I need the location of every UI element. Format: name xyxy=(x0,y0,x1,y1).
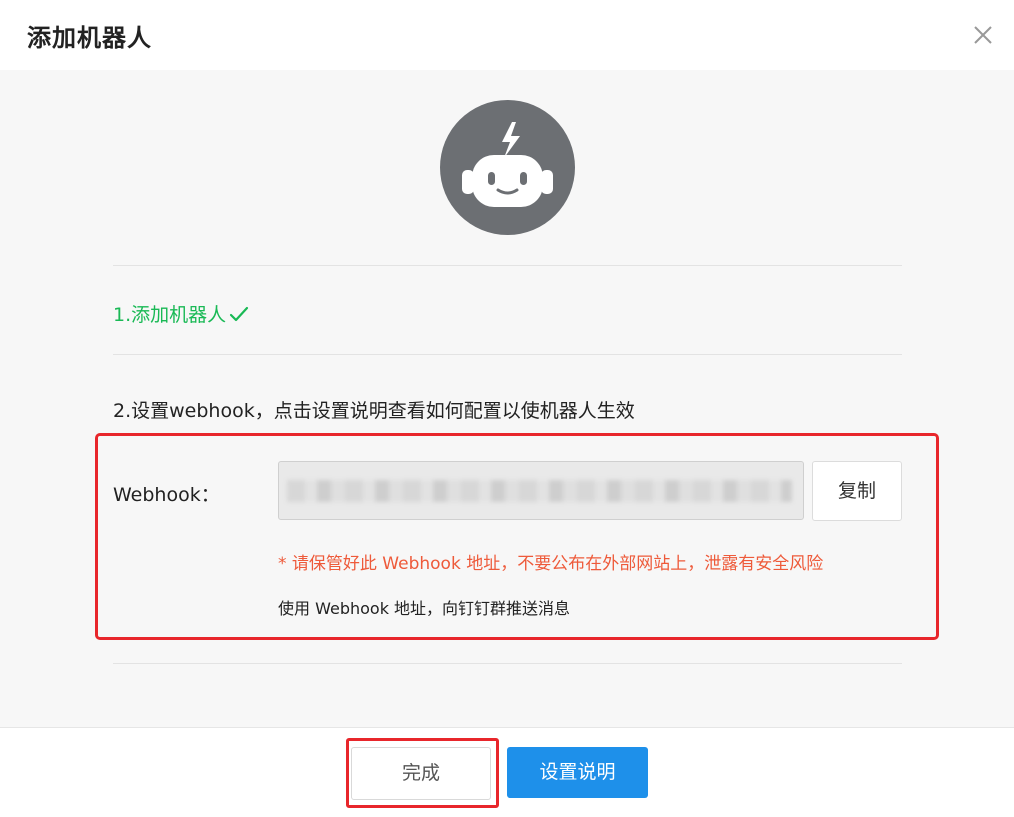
webhook-label: Webhook： xyxy=(113,484,220,506)
check-icon xyxy=(230,306,249,321)
done-button[interactable]: 完成 xyxy=(351,747,491,800)
close-button[interactable] xyxy=(970,22,996,48)
dialog-header: 添加机器人 xyxy=(0,0,1014,70)
dialog-title: 添加机器人 xyxy=(27,24,152,52)
step-1-label: 1.添加机器人 xyxy=(113,304,227,326)
step-2-instruction: 2.设置webhook，点击设置说明查看如何配置以使机器人生效 xyxy=(113,400,635,422)
setup-help-button[interactable]: 设置说明 xyxy=(507,747,648,798)
robot-icon xyxy=(462,122,553,207)
webhook-usage-text: 使用 Webhook 地址，向钉钉群推送消息 xyxy=(278,599,571,618)
webhook-url-redacted xyxy=(287,480,792,502)
robot-avatar xyxy=(440,100,575,235)
webhook-url-field[interactable] xyxy=(278,461,804,520)
close-icon xyxy=(974,26,992,44)
divider-bottom xyxy=(113,663,902,664)
dialog-body: 1.添加机器人 2.设置webhook，点击设置说明查看如何配置以使机器人生效 … xyxy=(0,70,1014,727)
divider-top xyxy=(113,265,902,266)
step-1-status: 1.添加机器人 xyxy=(113,300,249,327)
add-robot-dialog: 添加机器人 1.添加机器人 2.设置webhook，点击设置说明查看如何配置以使… xyxy=(0,0,1014,817)
dialog-footer: 完成 设置说明 xyxy=(0,727,1014,817)
copy-button[interactable]: 复制 xyxy=(812,461,902,521)
divider-middle xyxy=(113,354,902,355)
security-warning: * 请保管好此 Webhook 地址，不要公布在外部网站上，泄露有安全风险 xyxy=(278,554,824,574)
